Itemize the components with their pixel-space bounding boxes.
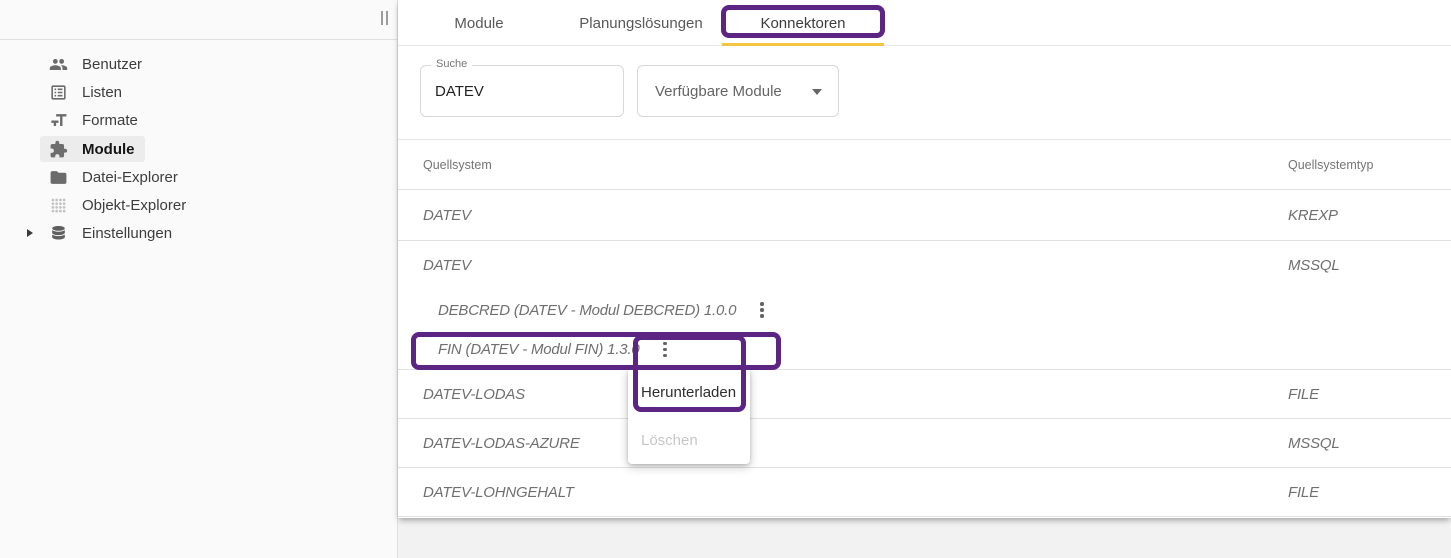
sidebar-item-objekt-explorer[interactable]: Objekt-Explorer — [0, 191, 397, 219]
sidebar-item-module[interactable]: Module — [0, 135, 397, 163]
sidebar-resize-handle-icon[interactable] — [379, 9, 390, 27]
quellsystem-cell: DATEV — [423, 257, 471, 274]
folder-icon — [48, 167, 68, 187]
tab-label: Planungslösungen — [579, 15, 702, 32]
sidebar-item-label: Datei-Explorer — [82, 169, 178, 186]
sidebar: Benutzer Listen Formate — [0, 0, 398, 558]
quellsystem-cell: DATEV — [423, 207, 471, 224]
list-icon — [48, 82, 68, 102]
sidebar-item-formate[interactable]: Formate — [0, 107, 397, 135]
column-header-quellsystem: Quellsystem — [423, 158, 492, 172]
module-filter-select[interactable]: Verfügbare Module — [637, 65, 839, 117]
sidebar-item-label: Listen — [82, 84, 122, 101]
tab-planungsloesungen[interactable]: Planungslösungen — [560, 0, 722, 46]
tab-label: Module — [454, 15, 503, 32]
quellsystemtyp-cell: MSSQL — [1288, 435, 1340, 452]
search-input[interactable] — [435, 66, 605, 116]
context-menu: Herunterladen Löschen — [628, 368, 750, 464]
sidebar-item-label: Objekt-Explorer — [82, 197, 186, 214]
sidebar-item-datei-explorer[interactable]: Datei-Explorer — [0, 163, 397, 191]
puzzle-icon — [48, 139, 68, 159]
dots-grid-icon — [48, 196, 68, 216]
module-filter-value: Verfügbare Module — [655, 83, 782, 100]
quellsystemtyp-cell: FILE — [1288, 386, 1319, 403]
tab-module[interactable]: Module — [398, 0, 560, 46]
table-header-row: Quellsystem Quellsystemtyp — [398, 140, 1451, 190]
page-background — [398, 518, 1451, 558]
menu-item-herunterladen[interactable]: Herunterladen — [628, 368, 750, 416]
text-format-icon — [48, 111, 68, 131]
module-subrow-fin[interactable]: FIN (DATEV - Modul FIN) 1.3.0 — [398, 330, 1451, 370]
filter-bar: Suche Verfügbare Module — [398, 46, 1451, 140]
chevron-down-icon — [812, 89, 822, 95]
sidebar-item-label: Einstellungen — [82, 225, 172, 242]
module-name: FIN (DATEV - Modul FIN) 1.3.0 — [438, 341, 639, 358]
quellsystem-cell: DATEV-LODAS — [423, 386, 525, 403]
sidebar-item-einstellungen[interactable]: Einstellungen — [0, 220, 397, 248]
sidebar-item-label: Module — [82, 141, 135, 158]
connectors-table: Quellsystem Quellsystemtyp DATEV KREXP D… — [398, 140, 1451, 517]
sidebar-item-label: Benutzer — [82, 56, 142, 73]
sidebar-item-listen[interactable]: Listen — [0, 78, 397, 106]
module-subrow[interactable]: DEBCRED (DATEV - Modul DEBCRED) 1.0.0 — [398, 290, 1451, 330]
module-name: DEBCRED (DATEV - Modul DEBCRED) 1.0.0 — [438, 302, 736, 319]
content-card: Module Planungslösungen Konnektoren Such… — [398, 0, 1451, 518]
tab-bar: Module Planungslösungen Konnektoren — [398, 0, 1451, 46]
quellsystem-cell: DATEV-LODAS-AZURE — [423, 435, 580, 452]
app-window: Benutzer Listen Formate — [0, 0, 1451, 558]
sidebar-item-benutzer[interactable]: Benutzer — [0, 50, 397, 78]
quellsystem-cell: DATEV-LOHNGEHALT — [423, 484, 574, 501]
sidebar-item-label: Formate — [82, 112, 138, 129]
more-options-icon[interactable] — [657, 337, 673, 363]
quellsystemtyp-cell: MSSQL — [1288, 257, 1340, 274]
quellsystemtyp-cell: FILE — [1288, 484, 1319, 501]
table-row[interactable]: DATEV KREXP — [398, 190, 1451, 241]
tab-label: Konnektoren — [760, 15, 845, 32]
sidebar-header — [0, 0, 397, 40]
table-row[interactable]: DATEV MSSQL — [398, 241, 1451, 290]
sidebar-nav: Benutzer Listen Formate — [0, 40, 397, 248]
main-content: Module Planungslösungen Konnektoren Such… — [398, 0, 1451, 558]
database-icon — [48, 224, 68, 244]
column-header-quellsystemtyp: Quellsystemtyp — [1288, 158, 1373, 172]
people-icon — [48, 54, 68, 74]
menu-item-loeschen: Löschen — [628, 416, 750, 464]
quellsystemtyp-cell: KREXP — [1288, 207, 1338, 224]
search-field[interactable]: Suche — [420, 65, 624, 117]
table-row[interactable]: DATEV-LODAS FILE — [398, 370, 1451, 419]
expand-arrow-icon[interactable] — [27, 229, 33, 237]
table-row[interactable]: DATEV-LODAS-AZURE MSSQL — [398, 419, 1451, 468]
tab-konnektoren[interactable]: Konnektoren — [722, 0, 884, 46]
more-options-icon[interactable] — [754, 297, 770, 323]
table-row[interactable]: DATEV-LOHNGEHALT FILE — [398, 468, 1451, 517]
